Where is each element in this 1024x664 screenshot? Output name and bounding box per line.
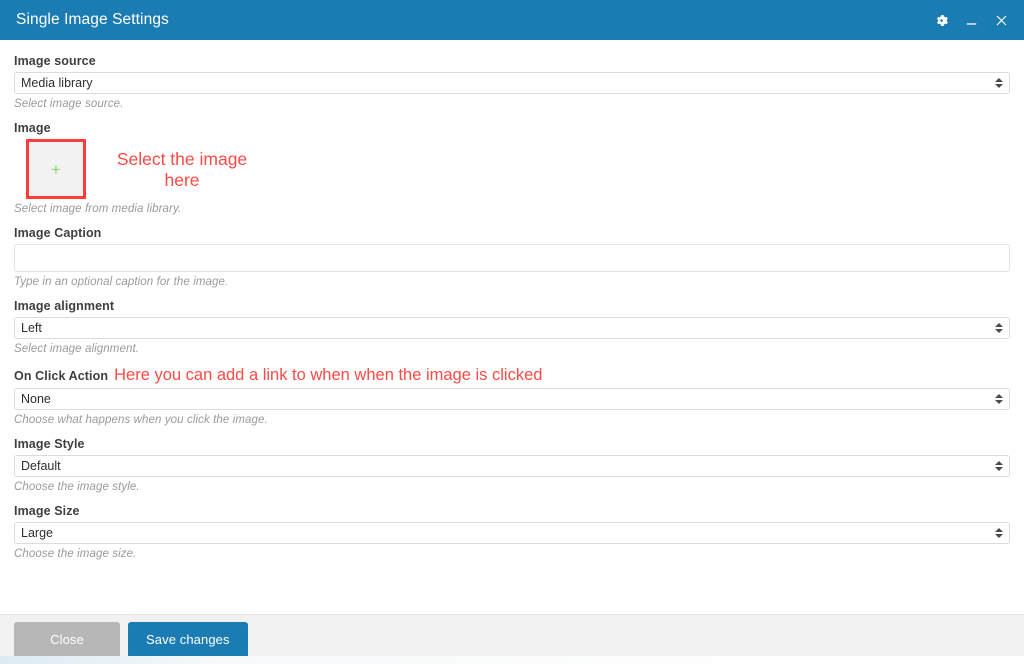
image-style-select[interactable]: Default [14,455,1010,477]
image-alignment-label: Image alignment [14,299,115,313]
field-on-click-action: On Click Action Here you can add a link … [14,366,1010,426]
single-image-settings-modal: Single Image Settings Image source Media… [0,0,1024,664]
image-size-help: Choose the image size. [14,548,137,560]
image-size-select-wrap: Large [14,522,1010,544]
close-button[interactable]: Close [14,621,120,658]
on-click-action-label: On Click Action [14,369,109,383]
titlebar-actions [932,11,1010,29]
image-source-help: Select image source. [14,98,124,110]
modal-titlebar: Single Image Settings [0,0,1024,40]
image-style-label: Image Style [14,437,85,451]
field-image-source: Image source Media library Select image … [14,54,1010,110]
image-source-select[interactable]: Media library [14,72,1010,94]
save-changes-button[interactable]: Save changes [128,621,248,658]
image-size-label: Image Size [14,504,80,518]
image-alignment-help: Select image alignment. [14,343,140,355]
image-caption-label: Image Caption [14,226,102,240]
plus-icon: + [51,159,61,179]
image-picker-row: + Select the image here [14,139,1010,199]
gear-icon[interactable] [932,11,950,29]
on-click-action-label-row: On Click Action Here you can add a link … [14,366,1010,384]
image-source-select-wrap: Media library [14,72,1010,94]
field-image-alignment: Image alignment Left Select image alignm… [14,299,1010,355]
image-size-select[interactable]: Large [14,522,1010,544]
image-label: Image [14,121,51,135]
field-image-caption: Image Caption Type in an optional captio… [14,226,1010,288]
image-alignment-select[interactable]: Left [14,317,1010,339]
image-alignment-select-wrap: Left [14,317,1010,339]
annotation-select-image: Select the image here [116,149,248,190]
image-source-label: Image source [14,54,96,68]
image-picker-button[interactable]: + [26,139,86,199]
modal-footer: Close Save changes [0,614,1024,664]
close-icon[interactable] [992,11,1010,29]
on-click-action-help: Choose what happens when you click the i… [14,414,268,426]
minimize-icon[interactable] [962,11,980,29]
annotation-on-click-action: Here you can add a link to when when the… [114,366,543,384]
image-caption-input[interactable] [14,244,1010,272]
image-caption-help: Type in an optional caption for the imag… [14,276,229,288]
on-click-action-select-wrap: None [14,388,1010,410]
image-help: Select image from media library. [14,203,182,215]
image-style-help: Choose the image style. [14,481,140,493]
field-image: Image + Select the image here Select ima… [14,121,1010,215]
underlying-page-strip [0,656,1024,664]
field-image-size: Image Size Large Choose the image size. [14,504,1010,560]
field-image-style: Image Style Default Choose the image sty… [14,437,1010,493]
page-title: Single Image Settings [16,11,169,28]
image-style-select-wrap: Default [14,455,1010,477]
on-click-action-select[interactable]: None [14,388,1010,410]
settings-form: Image source Media library Select image … [0,40,1024,614]
